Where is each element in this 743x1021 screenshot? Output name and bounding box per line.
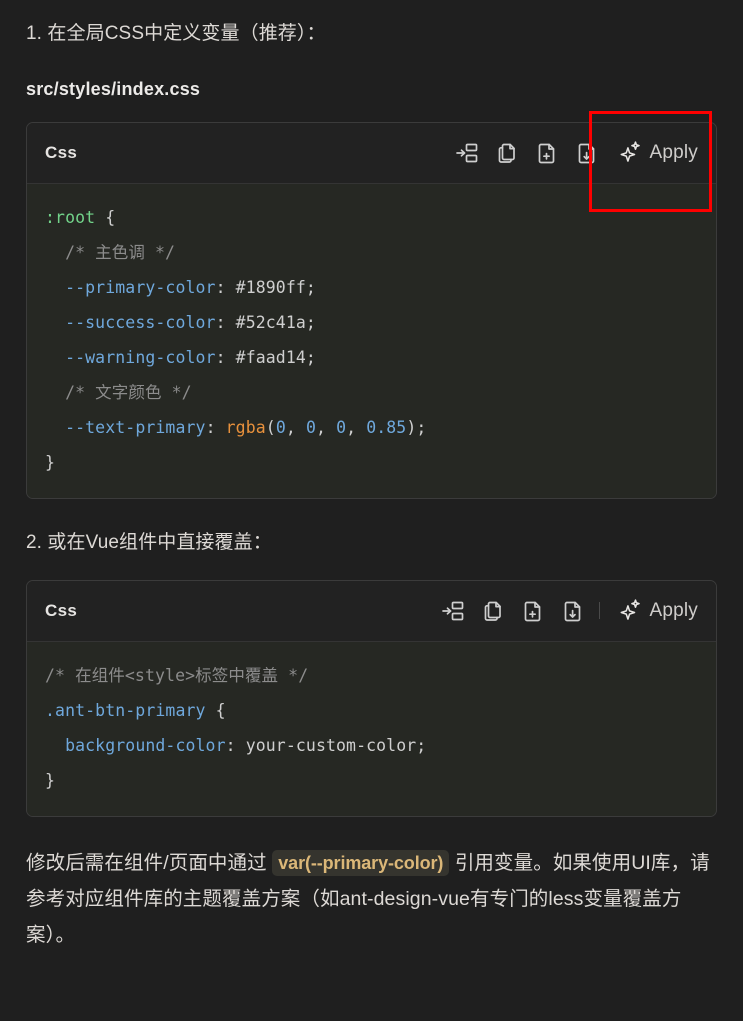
inline-code-var-primary-color: var(--primary-color) <box>272 849 450 876</box>
note-paragraph: 修改后需在组件/页面中通过 var(--primary-color) 引用变量。… <box>26 845 717 953</box>
sparkle-icon <box>619 140 642 166</box>
new-file-icon-button[interactable] <box>527 123 567 183</box>
code-block-2: Css Apply /* 在组件<style>标签中覆盖 */ .ant-btn… <box>26 579 717 817</box>
insert-at-cursor-icon <box>455 141 479 165</box>
code-block-1-language-label: Css <box>45 143 78 163</box>
step-2-text: 2. 或在Vue组件中直接覆盖： <box>26 532 272 554</box>
code-block-1-header: Css Apply <box>27 123 716 185</box>
step-1-text: 1. 在全局CSS中定义变量（推荐）： <box>26 23 326 44</box>
code-block-1-actions: Apply <box>447 123 716 183</box>
insert-at-cursor-icon <box>441 599 465 623</box>
save-to-file-icon-button[interactable] <box>553 581 593 641</box>
code-block-2-body: /* 在组件<style>标签中覆盖 */ .ant-btn-primary {… <box>27 641 716 816</box>
code-block-2-content[interactable]: /* 在组件<style>标签中覆盖 */ .ant-btn-primary {… <box>27 658 716 798</box>
save-to-file-icon <box>575 141 599 165</box>
note-text-part-1: 修改后需在组件/页面中通过 <box>26 851 273 874</box>
copy-icon <box>495 141 519 165</box>
apply-button[interactable]: Apply <box>607 123 716 183</box>
sparkle-icon <box>619 598 642 624</box>
save-to-file-icon <box>561 599 585 623</box>
copy-icon-button[interactable] <box>487 123 527 183</box>
insert-at-cursor-icon-button[interactable] <box>433 581 473 641</box>
code-block-1-content[interactable]: :root { /* 主色调 */ --primary-color: #1890… <box>27 200 716 480</box>
apply-button[interactable]: Apply <box>607 581 716 641</box>
copy-icon <box>481 599 505 623</box>
file-path-label: src/styles/index.css <box>26 79 201 100</box>
new-file-icon <box>521 599 545 623</box>
insert-at-cursor-icon-button[interactable] <box>447 123 487 183</box>
toolbar-separator <box>599 602 601 620</box>
copy-icon-button[interactable] <box>473 581 513 641</box>
code-block-2-actions: Apply <box>433 581 716 641</box>
answer-content-panel: 1. 在全局CSS中定义变量（推荐）： src/styles/index.css… <box>0 0 743 1021</box>
code-block-2-header: Css Apply <box>27 580 716 642</box>
code-block-1-body: :root { /* 主色调 */ --primary-color: #1890… <box>27 184 716 499</box>
apply-button-label: Apply <box>649 142 698 164</box>
code-block-1: Css Apply:root {/* 主色调 */ --primary-co… <box>26 122 717 500</box>
save-to-file-icon-button[interactable] <box>567 123 607 183</box>
new-file-icon <box>535 141 559 165</box>
apply-button-label: Apply <box>649 599 698 621</box>
new-file-icon-button[interactable] <box>513 581 553 641</box>
code-block-2-language-label: Css <box>45 600 78 620</box>
